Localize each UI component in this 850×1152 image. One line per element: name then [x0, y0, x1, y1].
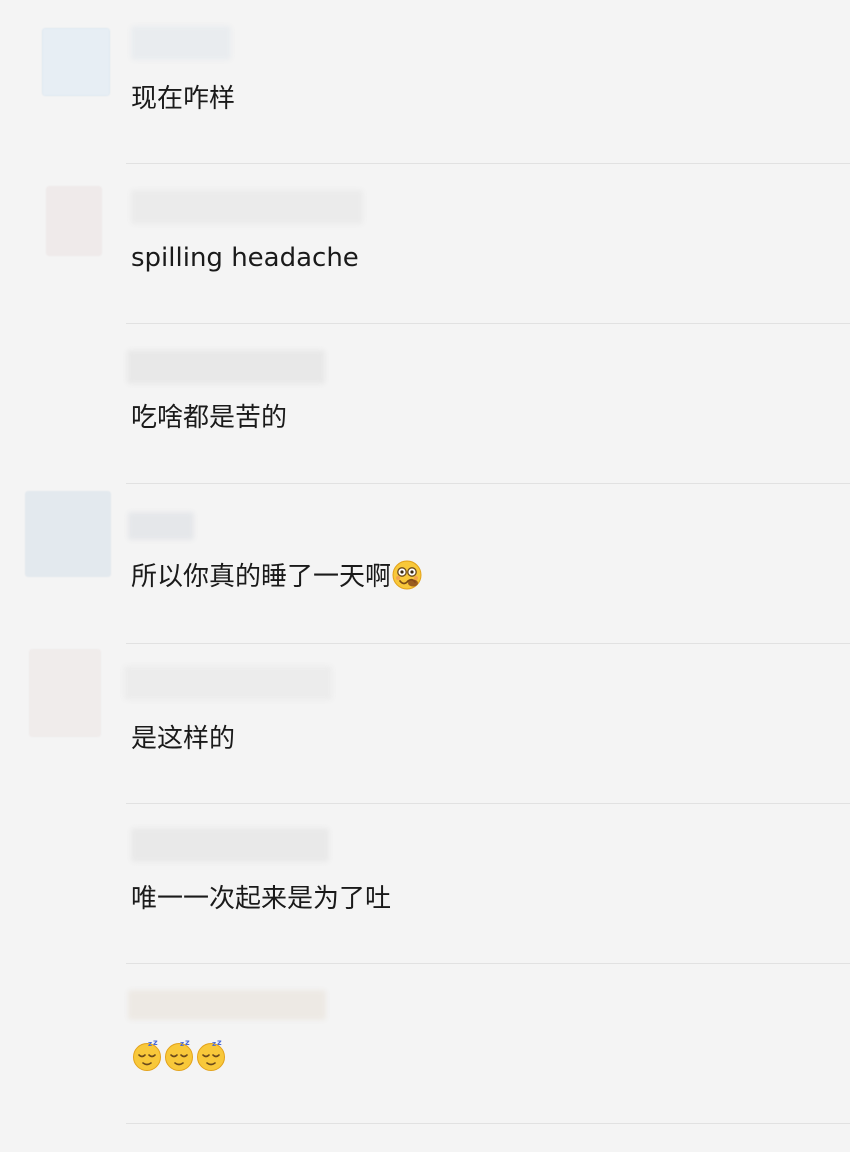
svg-text:z: z: [185, 1040, 190, 1047]
comment-item: 吃啥都是苦的: [0, 324, 850, 484]
comment-text: 现在咋样: [131, 84, 236, 114]
avatar[interactable]: [46, 186, 102, 256]
avatar[interactable]: [42, 28, 110, 96]
comment-text: 是这样的: [131, 724, 236, 754]
comment-item: 所以你真的睡了一天啊: [0, 484, 850, 644]
username-redacted[interactable]: [131, 26, 231, 60]
sleeping-face-icon: z z: [195, 1040, 227, 1072]
comment-text: 所以你真的睡了一天啊: [131, 559, 423, 594]
avatar[interactable]: [29, 649, 101, 737]
comment-item: spilling headache: [0, 164, 850, 324]
sleeping-face-icon: z z: [131, 1040, 163, 1072]
username-redacted[interactable]: [124, 666, 332, 700]
username-redacted[interactable]: [128, 512, 194, 540]
comment-item: 是这样的: [0, 644, 850, 804]
comment-text-content: 所以你真的睡了一天啊: [131, 562, 392, 592]
comment-text: 唯一一次起来是为了吐: [131, 884, 392, 914]
comment-item: z z z z z z: [0, 964, 850, 1124]
comment-text: 吃啥都是苦的: [131, 403, 288, 433]
sleeping-face-icon: z z: [163, 1040, 195, 1072]
comment-text: z z z z z z: [131, 1040, 227, 1075]
username-redacted[interactable]: [128, 990, 326, 1020]
woozy-face-icon: [391, 559, 423, 591]
username-redacted[interactable]: [131, 828, 329, 862]
avatar[interactable]: [25, 491, 111, 577]
comment-thread: 现在咋样 spilling headache 吃啥都是苦的 所以你真的睡了一天啊: [0, 0, 850, 1152]
svg-text:z: z: [153, 1040, 158, 1047]
comment-item: 唯一一次起来是为了吐: [0, 804, 850, 964]
svg-text:z: z: [148, 1040, 152, 1048]
svg-text:z: z: [180, 1040, 184, 1048]
svg-text:z: z: [212, 1040, 216, 1048]
comment-text: spilling headache: [131, 243, 359, 273]
svg-text:z: z: [217, 1040, 222, 1047]
username-redacted[interactable]: [127, 350, 325, 384]
comment-item: 现在咋样: [0, 4, 850, 164]
username-redacted[interactable]: [131, 190, 363, 224]
divider: [126, 1123, 850, 1124]
